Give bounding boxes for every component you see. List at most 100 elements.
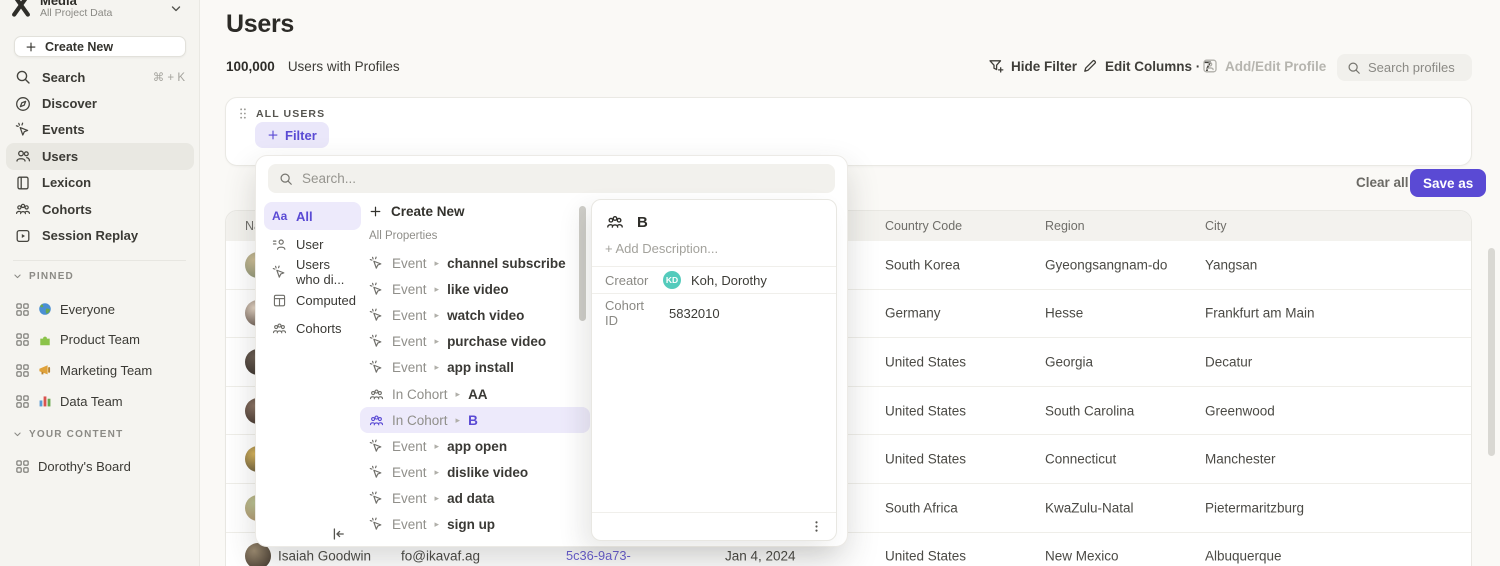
cell-city: Manchester [1205, 452, 1276, 467]
cohort-title: B [637, 214, 648, 231]
column-header-country[interactable]: Country Code [885, 211, 962, 241]
caret-right-icon: ▸ [435, 519, 440, 530]
category-users-who-did[interactable]: Users who di... [264, 258, 361, 286]
pinned-item-product-team[interactable]: Product Team [0, 325, 200, 356]
board-item-dorothys-board[interactable]: Dorothy's Board [0, 451, 200, 482]
add-edit-profile-button[interactable]: Add/Edit Profile [1202, 58, 1326, 74]
property-item-cohort[interactable]: In Cohort ▸ AA [360, 381, 590, 407]
category-label: All [296, 209, 313, 224]
cohort-details-popover: B + Add Description... Creator KD Koh, D… [591, 199, 837, 541]
edit-columns-button[interactable]: Edit Columns · 7 [1082, 58, 1212, 74]
item-label: B [468, 413, 478, 428]
cell-country: South Africa [885, 500, 958, 515]
caret-right-icon: ▸ [435, 284, 440, 295]
computed-grid-icon [272, 293, 287, 308]
pinned-item-marketing-team[interactable]: Marketing Team [0, 355, 200, 386]
your-content-header-label: YOUR CONTENT [29, 429, 123, 440]
search-profiles-box[interactable] [1337, 54, 1472, 81]
add-filter-button[interactable]: Filter [255, 122, 329, 148]
board-grid-icon [15, 459, 30, 474]
item-prefix: Event [392, 282, 427, 297]
sidebar-item-discover[interactable]: Discover [6, 90, 194, 116]
event-spark-icon [369, 439, 384, 454]
pencil-icon [1082, 58, 1098, 74]
column-header-city[interactable]: City [1205, 211, 1227, 241]
caret-right-icon: ▸ [435, 441, 440, 452]
pinned-item-everyone[interactable]: Everyone [0, 294, 200, 325]
sidebar-item-session-replay[interactable]: Session Replay [6, 222, 194, 248]
save-as-button[interactable]: Save as [1410, 169, 1486, 197]
caret-right-icon: ▸ [435, 467, 440, 478]
sidebar-item-cohorts[interactable]: Cohorts [6, 196, 194, 222]
your-content-section-header[interactable]: YOUR CONTENT [0, 429, 200, 440]
category-label: Users who di... [296, 257, 353, 287]
creator-label: Creator [605, 273, 657, 288]
category-cohorts[interactable]: Cohorts [264, 314, 361, 342]
property-item-event[interactable]: Event ▸ ad data [360, 486, 590, 512]
kebab-menu-icon[interactable] [809, 519, 824, 534]
hide-filter-button[interactable]: Hide Filter [988, 58, 1077, 74]
pinned-list: Everyone Product Team Marketing Team Dat… [0, 294, 200, 416]
bar-chart-icon [38, 394, 52, 408]
search-icon [279, 172, 293, 186]
sidebar-item-search[interactable]: Search ⌘ + K [6, 64, 194, 90]
pinned-section-header[interactable]: PINNED [0, 271, 200, 282]
item-prefix: Event [392, 334, 427, 349]
add-description-button[interactable]: + Add Description... [592, 237, 836, 266]
item-prefix: In Cohort [392, 387, 448, 402]
item-label: app install [447, 360, 514, 375]
search-profiles-input[interactable] [1368, 60, 1468, 75]
property-section-label: All Properties [360, 224, 590, 246]
pinned-item-data-team[interactable]: Data Team [0, 386, 200, 417]
cohort-group-icon [369, 413, 384, 428]
event-spark-icon [369, 465, 384, 480]
dropdown-scrollbar[interactable] [579, 206, 586, 321]
filter-group-label: ALL USERS [256, 108, 325, 120]
property-item-event[interactable]: Event ▸ purchase video [360, 329, 590, 355]
category-all[interactable]: Aa All [264, 202, 361, 230]
property-item-event[interactable]: Event ▸ channel subscribe [360, 250, 590, 276]
event-spark-icon [369, 308, 384, 323]
your-content-list: Dorothy's Board [0, 451, 200, 482]
sidebar-item-label: Users [42, 149, 78, 164]
sidebar-item-events[interactable]: Events [6, 117, 194, 143]
table-scrollbar[interactable] [1488, 248, 1495, 456]
property-list: Create New All Properties Event ▸ channe… [360, 198, 590, 538]
caret-right-icon: ▸ [435, 310, 440, 321]
cohort-popover-footer [592, 512, 836, 540]
item-label: app open [447, 439, 507, 454]
property-item-event[interactable]: Event ▸ app install [360, 355, 590, 381]
caret-right-icon: ▸ [435, 336, 440, 347]
dropdown-search-box[interactable] [268, 164, 835, 193]
cohort-group-icon [272, 321, 287, 336]
column-header-region[interactable]: Region [1045, 211, 1085, 241]
cohort-group-icon [369, 387, 384, 402]
sidebar-item-users[interactable]: Users [6, 143, 194, 169]
property-item-event[interactable]: Event ▸ watch video [360, 302, 590, 328]
property-item-event[interactable]: Event ▸ like video [360, 276, 590, 302]
sidebar-item-lexicon[interactable]: Lexicon [6, 170, 194, 196]
drag-handle-icon[interactable] [238, 107, 248, 120]
cell-region: Georgia [1045, 354, 1093, 369]
category-label: Computed [296, 293, 356, 308]
sidebar-item-label: Session Replay [42, 228, 138, 243]
create-new-button[interactable]: Create New [14, 36, 186, 57]
category-user[interactable]: User [264, 230, 361, 258]
property-item-event[interactable]: Event ▸ dislike video [360, 460, 590, 486]
profile-card-icon [1202, 58, 1218, 74]
dropdown-search-input[interactable] [302, 171, 824, 186]
property-item-cohort-b-selected[interactable]: In Cohort ▸ B [360, 407, 590, 433]
chevron-down-icon[interactable] [170, 3, 182, 15]
cell-region: New Mexico [1045, 549, 1119, 564]
property-item-event[interactable]: Event ▸ sign up [360, 512, 590, 538]
search-icon [1347, 61, 1361, 75]
create-new-property-button[interactable]: Create New [360, 198, 590, 224]
sidebar-item-label: Cohorts [42, 202, 92, 217]
people-icon [15, 148, 31, 164]
category-computed[interactable]: Computed [264, 286, 361, 314]
event-spark-icon [369, 282, 384, 297]
property-items: Event ▸ channel subscribe Event ▸ like v… [360, 250, 590, 538]
clear-all-button[interactable]: Clear all [1356, 175, 1409, 190]
collapse-panel-icon[interactable] [330, 526, 346, 542]
property-item-event[interactable]: Event ▸ app open [360, 433, 590, 459]
